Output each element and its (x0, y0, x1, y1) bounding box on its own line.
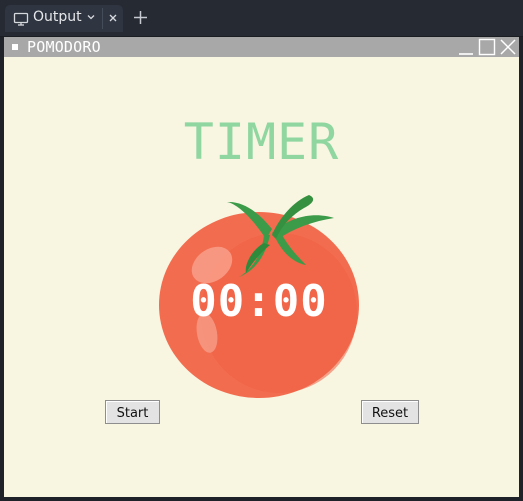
maximize-icon[interactable] (478, 38, 496, 56)
chevron-down-icon[interactable] (86, 12, 96, 22)
window-title: POMODORO (27, 38, 101, 56)
editor-tab-bar: Output (0, 0, 523, 37)
tab-label: Output (33, 9, 82, 25)
window-close-icon[interactable] (499, 38, 517, 56)
window-menu-icon[interactable] (12, 44, 18, 50)
reset-button[interactable]: Reset (361, 400, 419, 424)
close-icon[interactable] (107, 12, 119, 24)
timer-heading: TIMER (183, 113, 340, 171)
start-button[interactable]: Start (105, 400, 160, 424)
monitor-icon (13, 12, 29, 26)
plus-icon[interactable] (133, 10, 148, 25)
timer-display: 00:00 (190, 276, 328, 327)
tab-output[interactable]: Output (5, 5, 123, 32)
minimize-icon[interactable] (457, 38, 475, 56)
pomodoro-window: POMODORO TIMER 00:00 Start Reset (4, 37, 519, 497)
window-titlebar[interactable]: POMODORO (4, 37, 519, 57)
tab-separator (102, 8, 103, 29)
